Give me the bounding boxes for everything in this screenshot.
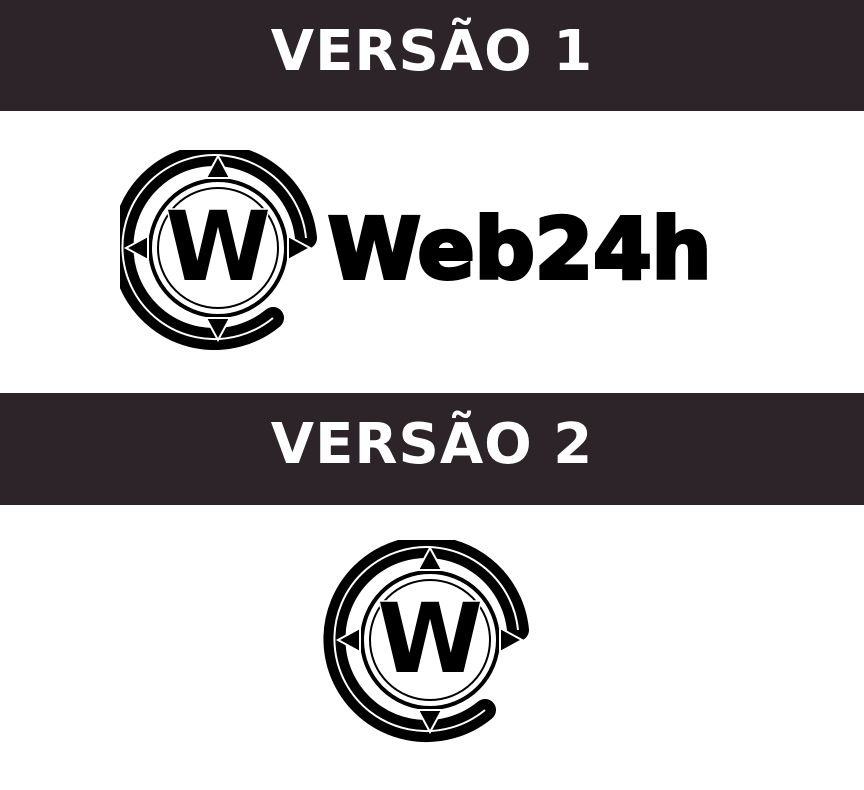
version-1-title: VERSÃO 1 [270, 18, 594, 84]
logo-wordmark: Web24h [328, 200, 711, 298]
at-sign-compass-logo-icon: W Web24h [111, 144, 713, 351]
version-2-banner: VERSÃO 2 [0, 393, 864, 505]
at-sign-compass-logo-icon: W [323, 536, 529, 743]
version-2-title: VERSÃO 2 [270, 412, 594, 477]
logo-mark-letter: W [165, 191, 271, 303]
web24h-full-logo: W Web24h [111, 144, 740, 351]
web24h-mark-logo: W [318, 536, 548, 750]
version-1-banner: VERSÃO 1 [0, 0, 864, 111]
logo-mark-letter: W [377, 583, 483, 695]
